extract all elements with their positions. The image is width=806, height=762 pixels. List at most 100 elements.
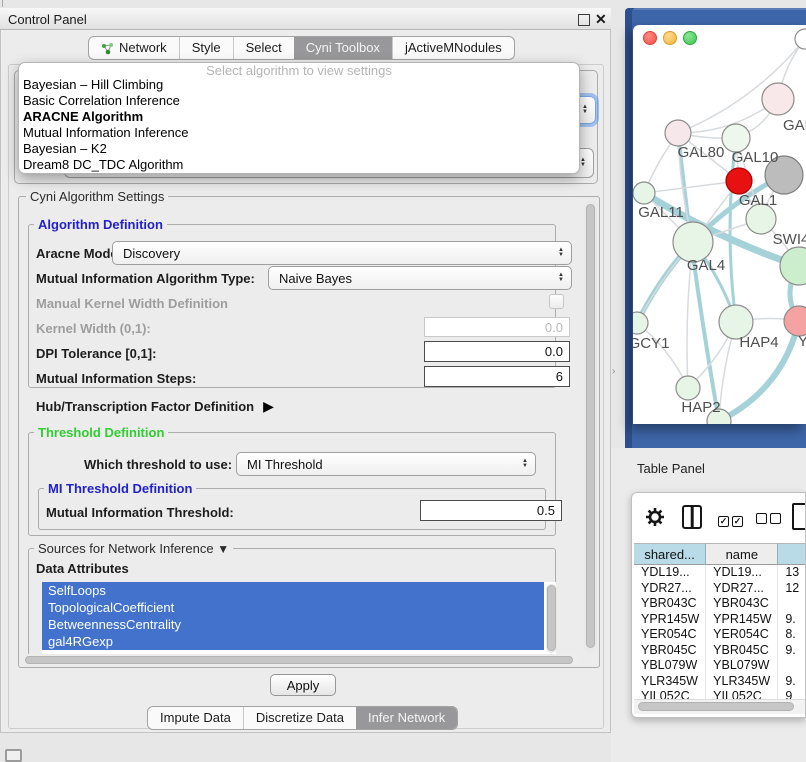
network-node-topw[interactable] — [795, 29, 806, 49]
select-all-icon[interactable]: ✓✓ — [718, 511, 746, 529]
tab-label: Select — [246, 40, 282, 56]
table-row[interactable]: YDL19...YDL19...13 — [634, 565, 806, 581]
which-threshold-combo[interactable]: MI Threshold ▲▼ — [236, 452, 536, 476]
tab-cyni-toolbox[interactable]: Cyni Toolbox — [294, 37, 392, 59]
node-label-gal11: GAL11 — [638, 204, 684, 221]
attribute-item-gal4rgexp[interactable]: gal4RGexp — [42, 633, 544, 650]
split-columns-icon[interactable] — [682, 505, 702, 529]
mi-threshold-field[interactable]: 0.5 — [420, 500, 562, 521]
data-attributes-list[interactable]: SelfLoopsTopologicalCoefficientBetweenne… — [42, 582, 556, 655]
deselect-all-icon[interactable] — [756, 511, 784, 529]
table-cell: 9. — [778, 643, 806, 659]
mi-type-combo[interactable]: Naive Bayes ▲▼ — [268, 266, 572, 290]
aracne-mode-label: Aracne Mode: — [36, 246, 122, 261]
table-cell: YDR27... — [706, 581, 778, 597]
table-row[interactable]: YBR045CYBR045C9. — [634, 643, 806, 659]
network-node-galpink[interactable] — [762, 83, 794, 115]
table-row[interactable]: YER054CYER054C8. — [634, 627, 806, 643]
minimized-panel-icon[interactable] — [5, 749, 22, 762]
network-node-hap2[interactable] — [676, 376, 700, 400]
gear-icon[interactable] — [644, 506, 666, 528]
document-icon[interactable] — [792, 503, 806, 530]
stepper-arrows-icon: ▲▼ — [580, 158, 586, 168]
network-node-red[interactable] — [726, 168, 752, 194]
table-row[interactable]: YLR345WYLR345W9. — [634, 674, 806, 690]
tab-jactivemnodules[interactable]: jActiveMNodules — [392, 37, 514, 59]
close-icon[interactable]: ✕ — [595, 12, 607, 26]
node-label-gcy1: GCY1 — [633, 335, 669, 352]
settings-hscrollbar-thumb[interactable] — [25, 656, 573, 664]
table-row[interactable]: YBL079WYBL079W — [634, 658, 806, 674]
tab-discretize-data[interactable]: Discretize Data — [243, 707, 356, 729]
network-window[interactable]: GALGAL80GAL10GAL1GAL11SWI4GAL4GCY1HAP4YH… — [633, 25, 806, 424]
which-threshold-value: MI Threshold — [247, 457, 323, 472]
table-hscrollbar-thumb[interactable] — [638, 702, 794, 711]
stepper-arrows-icon: ▲▼ — [558, 273, 564, 283]
table-cell: YBL079W — [634, 658, 706, 674]
attribute-item-selfloops[interactable]: SelfLoops — [42, 582, 544, 599]
dpi-tolerance-field[interactable]: 0.0 — [424, 341, 570, 362]
settings-hscrollbar[interactable] — [22, 654, 580, 666]
tab-select[interactable]: Select — [233, 37, 294, 59]
control-panel-titlebar — [0, 8, 611, 30]
algorithm-popup-placeholder: Select algorithm to view settings — [19, 64, 579, 77]
table-body: YDL19...YDL19...13YDR27...YDR27...12YBR0… — [634, 565, 806, 705]
tab-style[interactable]: Style — [179, 37, 233, 59]
network-node-gal11[interactable] — [633, 182, 655, 204]
table-panel-title: Table Panel — [637, 461, 705, 476]
table-row[interactable]: YDR27...YDR27...12 — [634, 581, 806, 597]
column-header-shared[interactable]: shared... — [634, 543, 706, 565]
algorithm-option-mutual-information-inference[interactable]: Mutual Information Inference — [19, 125, 579, 141]
panel-divider-grip[interactable]: › — [612, 366, 615, 377]
algorithm-option-basic-correlation-inference[interactable]: Basic Correlation Inference — [19, 93, 579, 109]
settings-vscrollbar[interactable] — [584, 201, 597, 653]
hub-definition-label: Hub/Transcription Factor Definition — [36, 399, 254, 414]
attributes-scrollbar-thumb[interactable] — [547, 585, 556, 651]
mi-steps-field[interactable]: 6 — [424, 366, 570, 387]
table-cell: YER054C — [706, 627, 778, 643]
column-header-name[interactable]: name — [706, 543, 778, 565]
tab-network[interactable]: Network — [89, 37, 179, 59]
manual-kernel-checkbox[interactable] — [549, 294, 564, 309]
network-node-swi4g[interactable] — [780, 247, 806, 285]
apply-button[interactable]: Apply — [270, 674, 336, 696]
mi-steps-label: Mutual Information Steps: — [36, 371, 196, 386]
kernel-width-field[interactable]: 0.0 — [424, 317, 570, 337]
node-label-gal80: GAL80 — [678, 144, 725, 161]
manual-kernel-label: Manual Kernel Width Definition — [36, 296, 228, 311]
algorithm-option-dream8-dc-tdc-algorithm[interactable]: Dream8 DC_TDC Algorithm — [19, 157, 579, 173]
attribute-item-betweennesscentrality[interactable]: BetweennessCentrality — [42, 616, 544, 633]
panel-title: Control Panel — [8, 12, 87, 27]
tab-label: Infer Network — [368, 710, 445, 726]
table-row[interactable]: YPR145WYPR145W9. — [634, 612, 806, 628]
float-window-icon[interactable] — [578, 14, 590, 26]
app-root: Control Panel ✕ NetworkStyle Select Cyni T… — [0, 0, 806, 762]
algorithm-option-aracne-algorithm[interactable]: ARACNE Algorithm — [19, 109, 579, 125]
aracne-mode-combo[interactable]: Discovery ▲▼ — [112, 241, 572, 265]
node-label-gal1: GAL1 — [739, 192, 777, 209]
settings-vscrollbar-thumb[interactable] — [586, 204, 595, 648]
mi-type-value: Naive Bayes — [279, 271, 352, 286]
control-panel-tabbar: NetworkStyle Select Cyni Toolbox jActiveMNo… — [88, 36, 515, 60]
table-cell: 12 — [778, 581, 806, 597]
sources-title-row[interactable]: Sources for Network Inference ▼ — [34, 542, 233, 556]
algorithm-option-bayesian-hill-climbing[interactable]: Bayesian – Hill Climbing — [19, 77, 579, 93]
network-graph[interactable]: GALGAL80GAL10GAL1GAL11SWI4GAL4GCY1HAP4YH… — [633, 25, 806, 424]
attributes-scrollbar[interactable] — [546, 584, 557, 653]
network-edge[interactable] — [644, 181, 739, 193]
algorithm-option-bayesian-k2[interactable]: Bayesian – K2 — [19, 141, 579, 157]
table-row[interactable]: YBR043CYBR043C — [634, 596, 806, 612]
network-node-gal4[interactable] — [673, 222, 713, 262]
attribute-item-topologicalcoefficient[interactable]: TopologicalCoefficient — [42, 599, 544, 616]
tab-label: jActiveMNodules — [405, 40, 502, 56]
tab-label: Impute Data — [160, 710, 231, 726]
table-hscrollbar[interactable] — [634, 699, 805, 714]
kernel-width-value: 0.0 — [545, 320, 563, 335]
tab-infer-network[interactable]: Infer Network — [356, 707, 457, 729]
network-node-salmon[interactable] — [784, 306, 806, 336]
network-node-gal10[interactable] — [722, 124, 750, 152]
tab-impute-data[interactable]: Impute Data — [148, 707, 243, 729]
column-header-extra[interactable] — [778, 543, 806, 565]
network-node-gal80[interactable] — [665, 120, 691, 146]
hub-definition-expander[interactable]: Hub/Transcription Factor Definition ▶ — [36, 398, 274, 415]
